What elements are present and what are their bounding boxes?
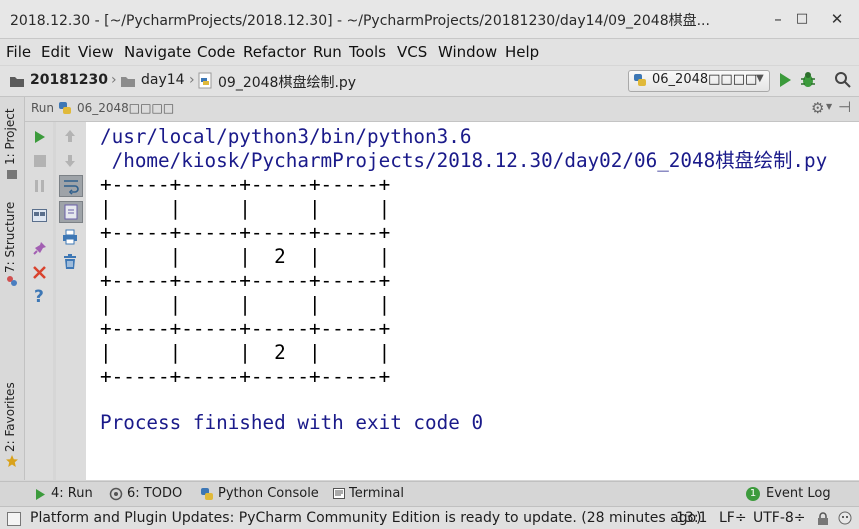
menu-refactor[interactable]: Refactor — [243, 43, 306, 61]
python-icon — [58, 101, 72, 115]
python-file-icon — [198, 72, 212, 89]
search-icon[interactable] — [834, 71, 852, 89]
chevron-down-icon: ▼ — [756, 73, 764, 84]
tab-python-console[interactable]: Python Console — [218, 486, 319, 501]
breadcrumb-file[interactable]: 09_2048棋盘绘制.py — [218, 72, 356, 92]
stop-icon[interactable] — [34, 155, 46, 167]
menu-window[interactable]: Window — [438, 43, 497, 61]
board-line: +-----+-----+-----+-----+ — [100, 221, 391, 244]
tab-favorites[interactable]: 2: Favorites — [3, 380, 17, 452]
board-line: | | | | | — [100, 197, 391, 220]
title-bar: 2018.12.30 - [~/PycharmProjects/2018.12.… — [0, 0, 859, 39]
rerun-icon[interactable] — [34, 130, 46, 144]
debug-icon[interactable] — [800, 71, 816, 89]
window-title: 2018.12.30 - [~/PycharmProjects/2018.12.… — [10, 13, 710, 29]
status-bar: Platform and Plugin Updates: PyCharm Com… — [0, 506, 859, 529]
console-command-lines: /usr/local/python3/bin/python3.6 /home/k… — [100, 125, 827, 173]
terminal-icon — [333, 488, 345, 499]
restore-layout-icon[interactable] — [32, 209, 47, 222]
tab-terminal[interactable]: Terminal — [349, 486, 404, 501]
inspector-icon[interactable] — [838, 511, 852, 525]
maximize-button[interactable]: □ — [792, 9, 812, 29]
menu-vcs[interactable]: VCS — [397, 43, 427, 61]
tab-event-log[interactable]: Event Log — [766, 486, 831, 501]
todo-icon — [109, 487, 123, 501]
tab-todo[interactable]: 6: TODO — [127, 486, 182, 501]
console-line: /usr/local/python3/bin/python3.6 — [100, 125, 472, 148]
breadcrumb-folder[interactable]: day14 — [141, 72, 185, 88]
python-icon — [200, 487, 214, 501]
pause-icon[interactable] — [34, 180, 46, 192]
file-encoding[interactable]: UTF-8÷ — [753, 510, 806, 526]
close-button[interactable]: ✕ — [827, 9, 847, 29]
pin-icon[interactable] — [33, 241, 47, 255]
run-toolbar-secondary — [56, 122, 86, 480]
minimize-button[interactable]: – — [768, 9, 788, 29]
board-line: +-----+-----+-----+-----+ — [100, 269, 391, 292]
menu-view[interactable]: View — [78, 43, 114, 61]
menu-help[interactable]: Help — [505, 43, 539, 61]
run-panel-title: Run — [31, 101, 55, 115]
run-panel-config[interactable]: 06_2048□□□□ — [77, 101, 174, 115]
arrow-up-icon[interactable] — [64, 129, 76, 143]
chevron-down-icon: ▼ — [826, 102, 833, 111]
menu-edit[interactable]: Edit — [41, 43, 70, 61]
menu-run[interactable]: Run — [313, 43, 342, 61]
project-icon — [6, 168, 18, 180]
folder-icon — [120, 74, 136, 88]
console-board-output: +-----+-----+-----+-----+ | | | | | +-----… — [100, 173, 390, 389]
lock-icon[interactable] — [817, 512, 829, 525]
soft-wrap-icon[interactable] — [59, 175, 83, 197]
help-icon[interactable]: ? — [34, 287, 44, 307]
run-icon[interactable] — [778, 72, 792, 88]
board-line: +-----+-----+-----+-----+ — [100, 365, 391, 388]
console-line: /home/kiosk/PycharmProjects/2018.12.30/d… — [100, 149, 828, 172]
menu-file[interactable]: File — [6, 43, 31, 61]
run-icon — [35, 488, 46, 501]
folder-icon — [9, 74, 25, 88]
menu-code[interactable]: Code — [197, 43, 235, 61]
run-configuration-label: 06_2048□□□□ — [652, 72, 758, 87]
status-message[interactable]: Platform and Plugin Updates: PyCharm Com… — [30, 510, 702, 526]
close-icon[interactable] — [33, 266, 46, 279]
scroll-to-end-icon[interactable] — [59, 201, 83, 223]
tab-structure[interactable]: 7: Structure — [3, 201, 17, 273]
menu-tools[interactable]: Tools — [349, 43, 386, 61]
structure-icon — [6, 275, 18, 287]
board-line: | | | 2 | | — [100, 245, 391, 268]
chevron-right-icon: › — [189, 72, 195, 88]
tab-project[interactable]: 1: Project — [3, 105, 17, 165]
line-separator[interactable]: LF÷ — [719, 510, 747, 526]
chevron-right-icon: › — [111, 72, 117, 88]
bottom-tool-tabs: 4: Run 6: TODO Python Console Terminal 1… — [0, 481, 859, 506]
print-icon[interactable] — [62, 229, 78, 245]
trash-icon[interactable] — [63, 254, 77, 270]
board-line: +-----+-----+-----+-----+ — [100, 173, 391, 196]
left-tool-stripe: 1: Project 7: Structure 2: Favorites — [0, 97, 25, 480]
menu-bar: File Edit View Navigate Code Refactor Ru… — [0, 39, 859, 65]
board-line: +-----+-----+-----+-----+ — [100, 317, 391, 340]
console-exit-message: Process finished with exit code 0 — [100, 411, 484, 434]
event-count-badge: 1 — [746, 487, 760, 501]
run-configuration-select[interactable]: 06_2048□□□□ ▼ — [628, 70, 770, 92]
board-line: | | | | | — [100, 293, 391, 316]
breadcrumb-project[interactable]: 20181230 — [30, 72, 108, 88]
gear-icon[interactable]: ⚙ — [811, 99, 824, 117]
toggle-tool-windows-icon[interactable] — [7, 512, 21, 526]
hide-panel-icon[interactable]: ⊣ — [838, 98, 851, 116]
run-toolbar-primary: ? — [25, 122, 53, 480]
run-panel-header: Run 06_2048□□□□ ⚙ ▼ ⊣ — [25, 97, 859, 122]
navigation-bar: 20181230 › day14 › 09_2048棋盘绘制.py 06_204… — [0, 66, 859, 97]
tab-run[interactable]: 4: Run — [51, 486, 93, 501]
python-icon — [633, 73, 647, 87]
menu-navigate[interactable]: Navigate — [124, 43, 191, 61]
star-icon — [5, 454, 19, 468]
arrow-down-icon[interactable] — [64, 154, 76, 168]
board-line: | | | 2 | | — [100, 341, 391, 364]
run-console-output[interactable]: /usr/local/python3/bin/python3.6 /home/k… — [86, 122, 859, 480]
caret-position[interactable]: 13:1 — [676, 510, 707, 526]
